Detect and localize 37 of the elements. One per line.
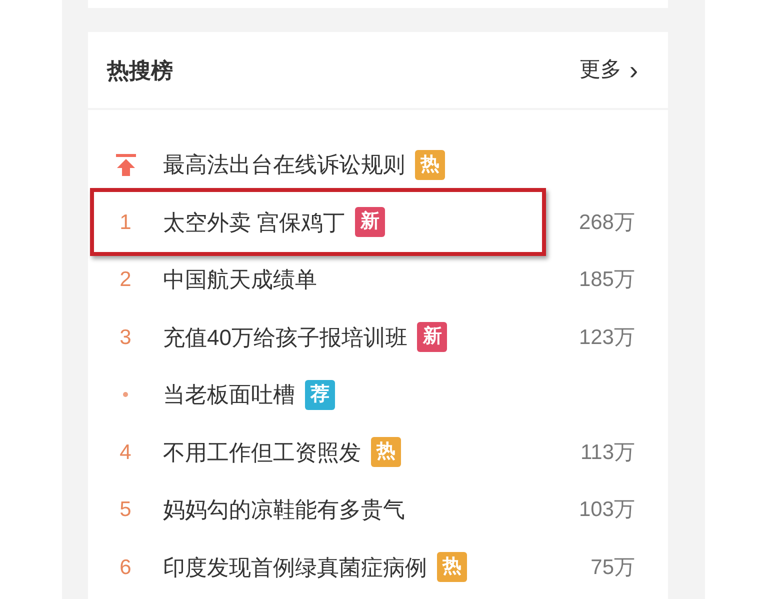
rank-number: 1 xyxy=(120,210,132,236)
search-count: 113万 xyxy=(580,440,635,466)
rank-number: 3 xyxy=(120,324,132,350)
topic-title: 最高法出台在线诉讼规则 xyxy=(163,151,405,180)
rank-number: 4 xyxy=(120,440,132,466)
topic-title: 当老板面吐槽 xyxy=(163,381,295,410)
topic-title: 印度发现首例绿真菌症病例 xyxy=(163,554,427,582)
hot-search-item[interactable]: 3 充值40万给孩子报培训班 新 123万 xyxy=(88,308,668,366)
topic-title: 不用工作但工资照发 xyxy=(163,438,361,467)
hot-search-item[interactable]: 1 太空外卖 宫保鸡丁 新 268万 xyxy=(88,194,668,251)
hot-search-item[interactable]: 4 不用工作但工资照发 热 113万 xyxy=(88,424,668,481)
hot-search-item[interactable]: 最高法出台在线诉讼规则 热 xyxy=(88,136,668,194)
rank-number: 5 xyxy=(120,497,132,523)
topic-badge: 热 xyxy=(415,150,445,180)
topic-badge: 新 xyxy=(355,207,386,238)
topic-title: 妈妈勾的凉鞋能有多贵气 xyxy=(163,496,405,524)
hot-search-item[interactable]: 6 印度发现首例绿真菌症病例 热 75万 xyxy=(88,538,668,596)
search-count: 103万 xyxy=(578,497,635,523)
search-count: 123万 xyxy=(578,324,635,350)
search-count: 75万 xyxy=(590,554,635,580)
hot-search-item[interactable]: 2 中国航天成绩单 185万 xyxy=(88,251,668,308)
hot-search-item[interactable]: 当老板面吐槽 荐 xyxy=(88,366,668,424)
topic-title: 充值40万给孩子报培训班 xyxy=(163,324,408,352)
pin-top-icon xyxy=(116,154,136,176)
topic-badge: 荐 xyxy=(305,380,335,410)
more-link[interactable]: 更多 › xyxy=(579,54,638,86)
search-count: 268万 xyxy=(578,210,635,236)
rank-number: 2 xyxy=(120,267,132,293)
hot-search-item[interactable]: 5 妈妈勾的凉鞋能有多贵气 103万 xyxy=(88,481,668,538)
search-count: 185万 xyxy=(578,267,635,293)
topic-badge: 热 xyxy=(371,437,401,468)
topic-title: 中国航天成绩单 xyxy=(163,266,317,294)
panel-title: 热搜榜 xyxy=(107,56,173,84)
topic-title: 太空外卖 宫保鸡丁 xyxy=(163,208,346,237)
topic-badge: 新 xyxy=(417,322,448,352)
topic-badge: 热 xyxy=(437,552,467,582)
rank-number: 6 xyxy=(120,554,132,580)
